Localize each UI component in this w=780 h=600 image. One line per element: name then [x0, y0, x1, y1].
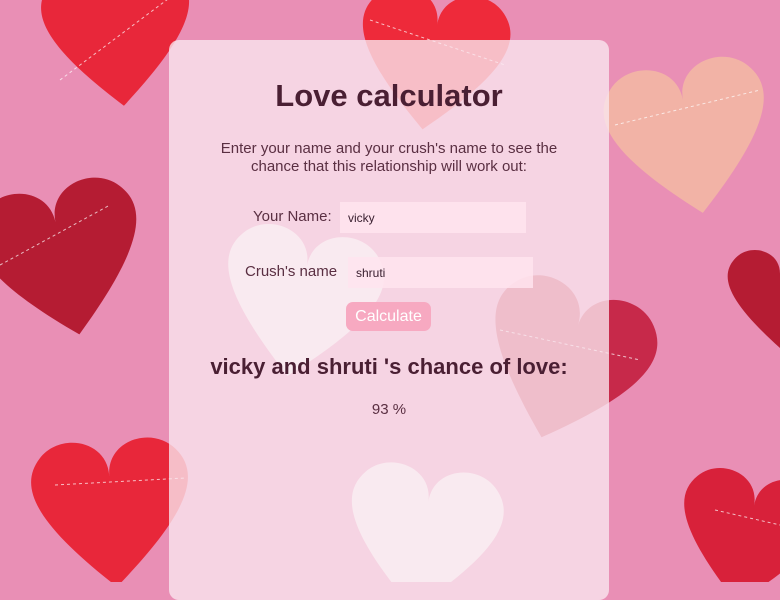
- result-value: 93 %: [371, 401, 407, 418]
- calculator-card: Love calculator Enter your name and your…: [169, 40, 609, 600]
- your-name-input[interactable]: [340, 202, 526, 233]
- calculate-button[interactable]: Calculate: [346, 302, 431, 331]
- heart-icon: [727, 250, 780, 348]
- heart-icon: [668, 462, 780, 582]
- result-heading: vicky and shruti 's chance of love:: [210, 354, 568, 379]
- heart-icon: [0, 169, 159, 352]
- page-title: Love calculator: [275, 78, 503, 113]
- heart-icon: [597, 50, 780, 227]
- crush-name-input[interactable]: [348, 257, 533, 288]
- your-name-label: Your Name:: [253, 208, 332, 225]
- intro-text: Enter your name and your crush's name to…: [220, 140, 558, 175]
- crush-name-label: Crush's name: [245, 263, 338, 280]
